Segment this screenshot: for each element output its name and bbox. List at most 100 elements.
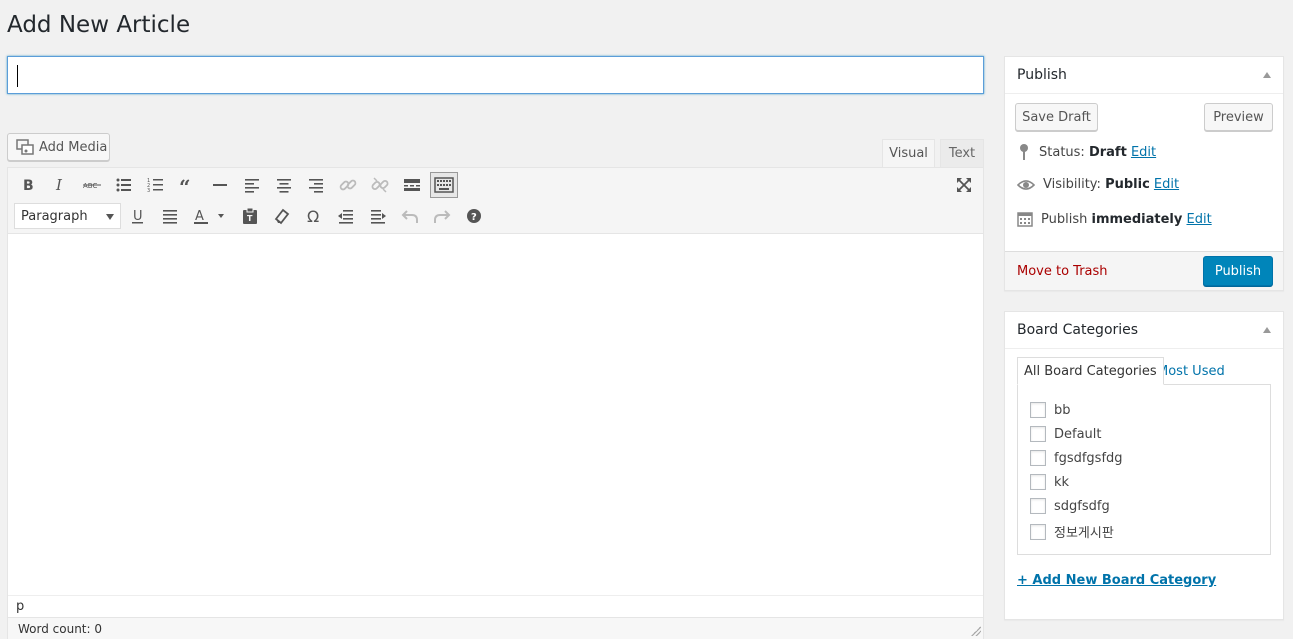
horizontal-line-icon[interactable]	[206, 172, 234, 198]
justify-icon[interactable]	[156, 203, 184, 229]
word-count: Word count: 0	[8, 617, 983, 639]
move-to-trash-link[interactable]: Move to Trash	[1017, 264, 1108, 279]
category-label: Default	[1054, 426, 1102, 442]
toolbar-toggle-icon[interactable]	[430, 172, 458, 198]
checkbox[interactable]	[1030, 474, 1046, 490]
category-item[interactable]: Default	[1030, 426, 1102, 442]
blockquote-icon[interactable]: “	[174, 172, 202, 198]
collapse-arrow-icon[interactable]	[1263, 72, 1271, 78]
italic-icon[interactable]: I	[46, 172, 74, 198]
title-input[interactable]	[7, 56, 984, 94]
board-categories-title: Board Categories	[1017, 322, 1139, 338]
board-categories-box: Board Categories All Board Categories Mo…	[1004, 311, 1284, 620]
visibility-label: Visibility:	[1043, 177, 1101, 192]
tab-text[interactable]: Text	[940, 139, 984, 167]
bullet-list-icon[interactable]	[110, 172, 138, 198]
publish-label: Publish	[1041, 211, 1088, 227]
svg-text:“: “	[179, 175, 191, 195]
chevron-down-icon	[106, 214, 114, 220]
svg-text:A: A	[195, 209, 204, 224]
status-row: Status: Draft Edit	[1017, 143, 1156, 161]
edit-visibility-link[interactable]: Edit	[1154, 177, 1179, 192]
publish-button[interactable]: Publish	[1203, 256, 1273, 286]
status-label: Status:	[1039, 144, 1085, 160]
media-icon	[16, 139, 34, 155]
undo-icon[interactable]	[396, 203, 424, 229]
board-categories-header[interactable]: Board Categories	[1005, 312, 1283, 349]
edit-schedule-link[interactable]: Edit	[1187, 212, 1212, 227]
eye-icon	[1017, 179, 1035, 190]
edit-status-link[interactable]: Edit	[1131, 145, 1156, 160]
editor-content-area[interactable]	[8, 235, 983, 595]
category-item[interactable]: 정보게시판	[1030, 522, 1114, 541]
save-draft-button[interactable]: Save Draft	[1015, 103, 1098, 131]
resize-handle[interactable]	[971, 626, 981, 636]
visibility-value: Public	[1105, 177, 1150, 192]
schedule-row: Publish immediately Edit	[1017, 211, 1212, 227]
pin-icon	[1020, 144, 1028, 160]
unlink-icon[interactable]	[366, 172, 394, 198]
editor-toolbar: B I ABC 123 “ Paragraph U A T Ω ?	[8, 168, 983, 234]
svg-text:Ω: Ω	[307, 207, 319, 226]
category-item[interactable]: sdgfsdfg	[1030, 498, 1110, 514]
svg-text:ABC: ABC	[83, 182, 97, 190]
category-label: kk	[1054, 474, 1070, 490]
checkbox[interactable]	[1030, 450, 1046, 466]
page-title: Add New Article	[7, 12, 191, 38]
align-left-icon[interactable]	[238, 172, 266, 198]
svg-text:I: I	[55, 176, 63, 194]
category-label: 정보게시판	[1054, 526, 1114, 541]
major-publishing-actions: Move to Trash Publish	[1005, 251, 1283, 290]
publish-box-header[interactable]: Publish	[1005, 57, 1283, 94]
category-checklist: bb Default fgsdfgsfdg kk sdgfsdfg 정보게시판	[1017, 384, 1271, 555]
svg-text:T: T	[247, 214, 253, 223]
text-color-icon[interactable]: A	[188, 203, 232, 229]
paste-text-icon[interactable]: T	[236, 203, 264, 229]
indent-icon[interactable]	[364, 203, 392, 229]
underline-icon[interactable]: U	[124, 203, 152, 229]
fullscreen-icon[interactable]	[950, 172, 978, 198]
tab-visual[interactable]: Visual	[882, 139, 935, 167]
category-item[interactable]: kk	[1030, 474, 1069, 490]
category-item[interactable]: fgsdfgsfdg	[1030, 450, 1123, 466]
align-center-icon[interactable]	[270, 172, 298, 198]
publish-value: immediately	[1091, 211, 1183, 227]
collapse-arrow-icon[interactable]	[1263, 327, 1271, 333]
bold-icon[interactable]: B	[14, 172, 42, 198]
help-icon[interactable]: ?	[460, 203, 488, 229]
publish-box-title: Publish	[1017, 67, 1067, 83]
outdent-icon[interactable]	[332, 203, 360, 229]
add-media-button[interactable]: Add Media	[7, 133, 110, 161]
editor: B I ABC 123 “ Paragraph U A T Ω ? p Word…	[7, 167, 984, 639]
checkbox[interactable]	[1030, 523, 1046, 540]
visibility-row: Visibility: Public Edit	[1017, 177, 1179, 192]
format-select[interactable]: Paragraph	[14, 203, 121, 229]
svg-text:B: B	[23, 178, 34, 194]
text-caret	[17, 65, 18, 87]
checkbox[interactable]	[1030, 402, 1046, 418]
category-label: fgsdfgsfdg	[1054, 450, 1123, 466]
tab-all-categories[interactable]: All Board Categories	[1017, 357, 1164, 385]
format-select-value: Paragraph	[21, 208, 88, 224]
category-item[interactable]: bb	[1030, 402, 1071, 418]
align-right-icon[interactable]	[302, 172, 330, 198]
special-character-icon[interactable]: Ω	[300, 203, 328, 229]
strikethrough-icon[interactable]: ABC	[78, 172, 106, 198]
category-label: sdgfsdfg	[1054, 498, 1110, 514]
category-label: bb	[1054, 402, 1071, 418]
add-media-label: Add Media	[39, 139, 108, 155]
numbered-list-icon[interactable]: 123	[142, 172, 170, 198]
checkbox[interactable]	[1030, 426, 1046, 442]
status-value: Draft	[1088, 144, 1127, 160]
read-more-icon[interactable]	[398, 172, 426, 198]
preview-button[interactable]: Preview	[1204, 103, 1273, 131]
element-path[interactable]: p	[8, 595, 983, 617]
checkbox[interactable]	[1030, 498, 1046, 514]
svg-text:3: 3	[147, 188, 150, 194]
svg-text:U: U	[133, 209, 143, 224]
add-new-category-link[interactable]: + Add New Board Category	[1017, 573, 1216, 588]
redo-icon[interactable]	[428, 203, 456, 229]
clear-formatting-icon[interactable]	[268, 203, 296, 229]
calendar-icon	[1017, 212, 1033, 227]
link-icon[interactable]	[334, 172, 362, 198]
